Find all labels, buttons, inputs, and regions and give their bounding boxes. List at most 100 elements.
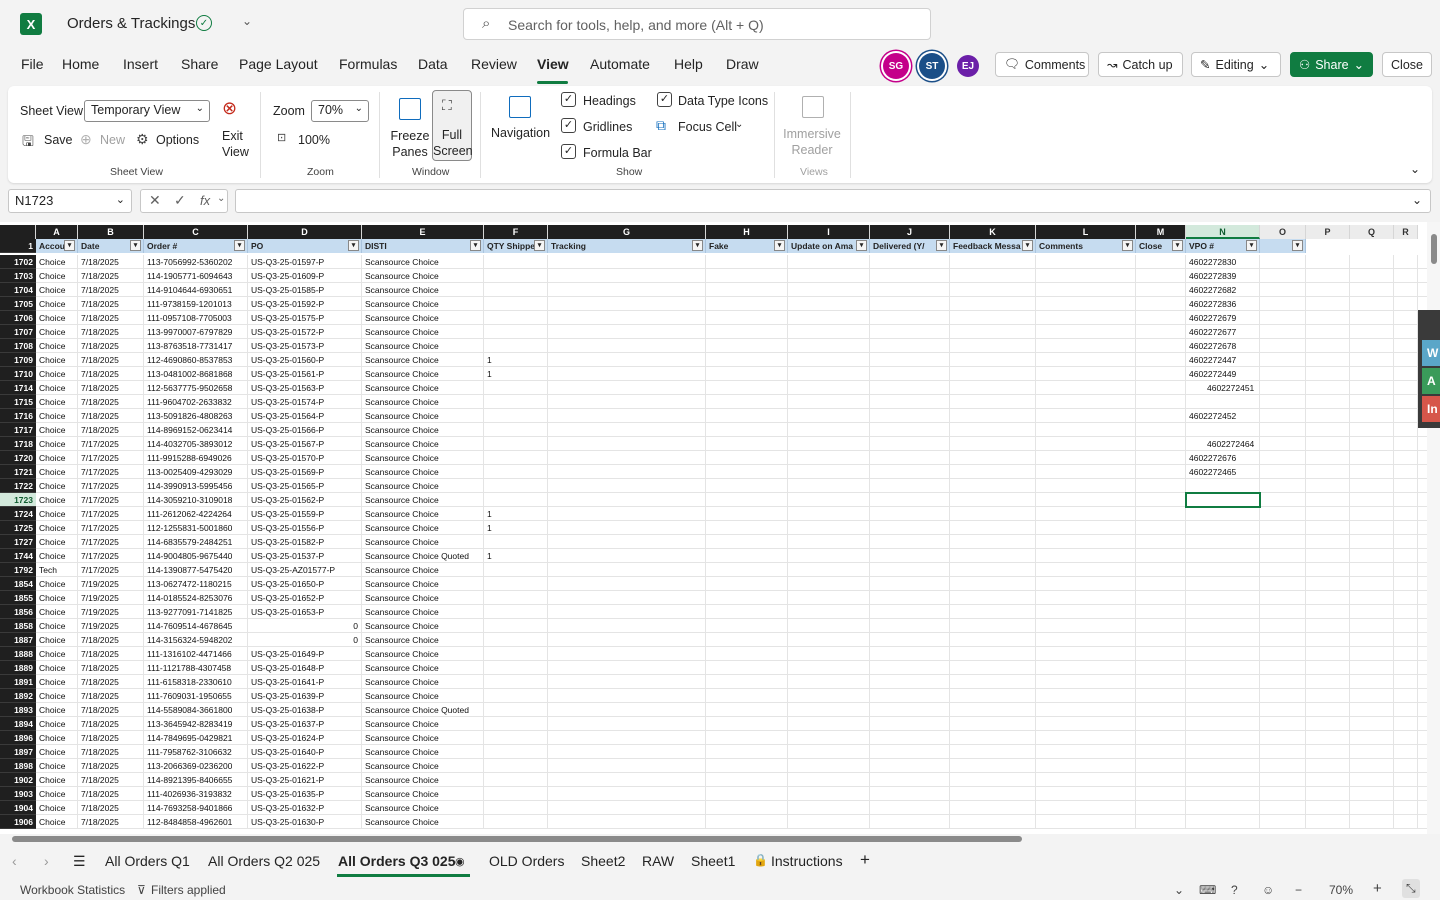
- cell-feedback[interactable]: [950, 787, 1036, 801]
- cell-comments[interactable]: [1036, 493, 1136, 507]
- cell-qty[interactable]: [484, 661, 548, 675]
- cell-delivered[interactable]: [870, 507, 950, 521]
- cell-delivered[interactable]: [870, 437, 950, 451]
- cell-o[interactable]: [1260, 605, 1306, 619]
- column-header-h[interactable]: H: [706, 225, 788, 239]
- row-number[interactable]: 1858: [0, 619, 36, 633]
- cell-order[interactable]: 114-1905771-6094643: [144, 269, 248, 283]
- row-number[interactable]: 1716: [0, 409, 36, 423]
- cell-date[interactable]: 7/18/2025: [78, 423, 144, 437]
- cell-disti[interactable]: Scansource Choice: [362, 633, 484, 647]
- cell-delivered[interactable]: [870, 409, 950, 423]
- cell-date[interactable]: 7/17/2025: [78, 465, 144, 479]
- cell-close[interactable]: [1136, 493, 1186, 507]
- cell-qty[interactable]: [484, 647, 548, 661]
- cell-disti[interactable]: Scansource Choice: [362, 689, 484, 703]
- cell-update[interactable]: [788, 647, 870, 661]
- cell-update[interactable]: [788, 325, 870, 339]
- cell-delivered[interactable]: [870, 563, 950, 577]
- column-header-g[interactable]: G: [548, 225, 706, 239]
- cell-vpo[interactable]: [1186, 815, 1260, 829]
- cell-comments[interactable]: [1036, 731, 1136, 745]
- cell-o[interactable]: [1260, 717, 1306, 731]
- cell-close[interactable]: [1136, 283, 1186, 297]
- cell-p[interactable]: [1306, 423, 1350, 437]
- cell-po[interactable]: US-Q3-25-01570-P: [248, 451, 362, 465]
- cell-date[interactable]: 7/17/2025: [78, 507, 144, 521]
- cell-comments[interactable]: [1036, 745, 1136, 759]
- cell-close[interactable]: [1136, 325, 1186, 339]
- cell-vpo[interactable]: [1186, 773, 1260, 787]
- header-cell-update[interactable]: Update on Ama ▾: [788, 239, 870, 253]
- freeze-panes-icon[interactable]: [399, 98, 421, 120]
- cell-po[interactable]: 0: [248, 619, 362, 633]
- cell-order[interactable]: 113-3645942-8283419: [144, 717, 248, 731]
- cell-order[interactable]: 114-0185524-8253076: [144, 591, 248, 605]
- cell-accou[interactable]: Choice: [36, 339, 78, 353]
- cell-qty[interactable]: [484, 395, 548, 409]
- cell-close[interactable]: [1136, 269, 1186, 283]
- sheet-tab-raw[interactable]: RAW: [642, 853, 674, 869]
- header-cell-tracking[interactable]: Tracking ▾: [548, 239, 706, 253]
- cell-close[interactable]: [1136, 367, 1186, 381]
- fit-screen-icon[interactable]: ⤡: [1402, 879, 1420, 898]
- cell-po[interactable]: US-Q3-25-01559-P: [248, 507, 362, 521]
- cell-accou[interactable]: Choice: [36, 283, 78, 297]
- row-number[interactable]: 1715: [0, 395, 36, 409]
- cell-po[interactable]: US-Q3-25-01572-P: [248, 325, 362, 339]
- cell-comments[interactable]: [1036, 311, 1136, 325]
- cell-feedback[interactable]: [950, 311, 1036, 325]
- menu-share[interactable]: Share: [181, 56, 218, 72]
- cell-q[interactable]: [1350, 283, 1394, 297]
- cell-p[interactable]: [1306, 339, 1350, 353]
- cell-r[interactable]: [1394, 269, 1418, 283]
- header-cell-vpo[interactable]: VPO # ▾: [1186, 239, 1260, 253]
- cell-r[interactable]: [1394, 647, 1418, 661]
- filter-dropdown-icon[interactable]: ▾: [692, 240, 703, 251]
- cell-r[interactable]: [1394, 619, 1418, 633]
- cell-po[interactable]: US-Q3-25-01632-P: [248, 801, 362, 815]
- cell-order[interactable]: 112-4690860-8537853: [144, 353, 248, 367]
- cell-delivered[interactable]: [870, 647, 950, 661]
- cell-q[interactable]: [1350, 423, 1394, 437]
- cell-p[interactable]: [1306, 451, 1350, 465]
- cell-close[interactable]: [1136, 815, 1186, 829]
- cell-disti[interactable]: Scansource Choice: [362, 787, 484, 801]
- cell-order[interactable]: 113-2066369-0236200: [144, 759, 248, 773]
- cell-update[interactable]: [788, 633, 870, 647]
- cell-order[interactable]: 113-9970007-6797829: [144, 325, 248, 339]
- cell-p[interactable]: [1306, 731, 1350, 745]
- cell-fake[interactable]: [706, 339, 788, 353]
- cell-close[interactable]: [1136, 717, 1186, 731]
- cell-delivered[interactable]: [870, 605, 950, 619]
- cell-q[interactable]: [1350, 619, 1394, 633]
- cell-date[interactable]: 7/17/2025: [78, 535, 144, 549]
- cell-qty[interactable]: [484, 437, 548, 451]
- cell-tracking[interactable]: [548, 465, 706, 479]
- cell-tracking[interactable]: [548, 773, 706, 787]
- cell-update[interactable]: [788, 423, 870, 437]
- cell-disti[interactable]: Scansource Choice Quoted: [362, 549, 484, 563]
- cell-o[interactable]: [1260, 465, 1306, 479]
- cell-update[interactable]: [788, 759, 870, 773]
- save-icon[interactable]: 🖫: [22, 131, 34, 155]
- avatar-sg[interactable]: SG: [883, 53, 909, 79]
- saved-status-icon[interactable]: ✓: [196, 15, 212, 31]
- cell-disti[interactable]: Scansource Choice: [362, 815, 484, 829]
- cell-accou[interactable]: Choice: [36, 381, 78, 395]
- row-number[interactable]: 1727: [0, 535, 36, 549]
- cell-update[interactable]: [788, 731, 870, 745]
- cell-fake[interactable]: [706, 591, 788, 605]
- cell-delivered[interactable]: [870, 773, 950, 787]
- cell-vpo[interactable]: 4602272682: [1186, 283, 1260, 297]
- cell-po[interactable]: US-Q3-25-01621-P: [248, 773, 362, 787]
- cell-date[interactable]: 7/19/2025: [78, 591, 144, 605]
- cell-comments[interactable]: [1036, 437, 1136, 451]
- row-number[interactable]: 1724: [0, 507, 36, 521]
- cell-qty[interactable]: 1: [484, 521, 548, 535]
- cell-close[interactable]: [1136, 479, 1186, 493]
- cell-p[interactable]: [1306, 633, 1350, 647]
- cell-q[interactable]: [1350, 633, 1394, 647]
- cell-feedback[interactable]: [950, 283, 1036, 297]
- cell-disti[interactable]: Scansource Choice: [362, 507, 484, 521]
